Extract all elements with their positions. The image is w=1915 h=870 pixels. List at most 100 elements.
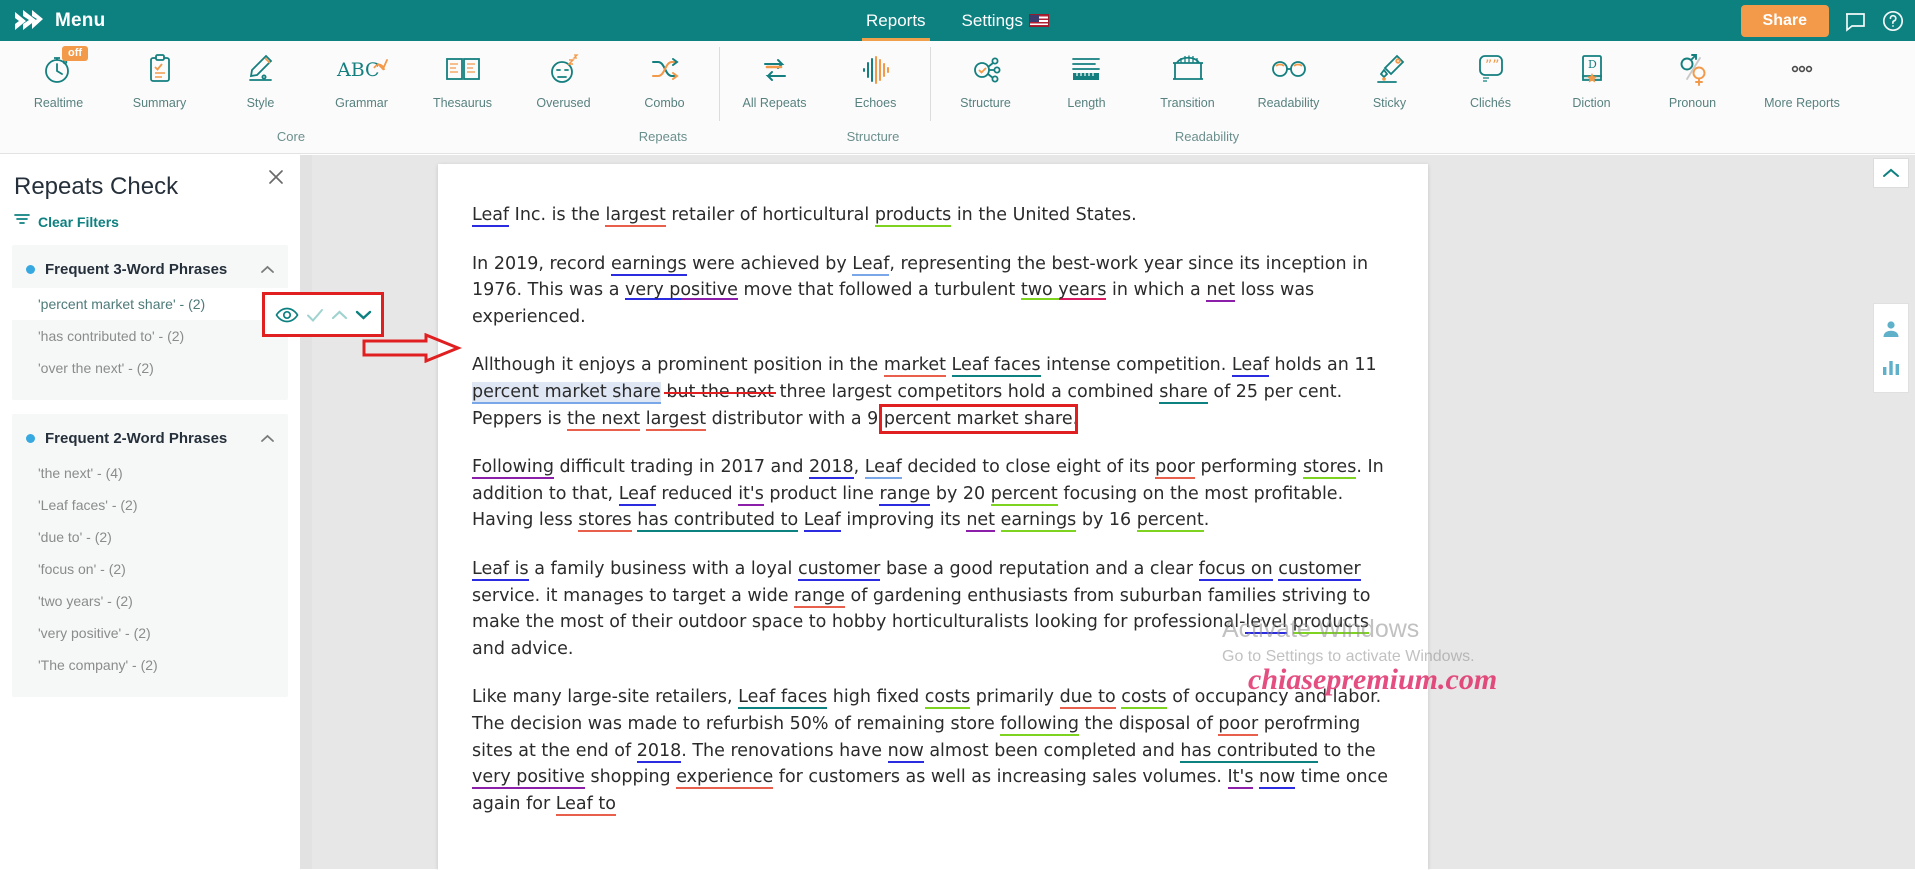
share-button[interactable]: Share xyxy=(1740,4,1829,37)
bar-chart-icon[interactable] xyxy=(1881,357,1901,377)
chevron-up-icon[interactable] xyxy=(261,263,274,277)
ribbon-group-repeats: Repeats xyxy=(638,129,688,144)
ribbon-tool-pronoun[interactable]: Pronoun xyxy=(1642,41,1743,125)
sleepy-face-icon xyxy=(544,48,584,90)
abc-check-icon: ABC xyxy=(334,48,390,90)
ribbon-tool-summary-label: Summary xyxy=(132,96,187,110)
ribbon-tools: off Realtime Summary Style ABC Grammar T… xyxy=(0,41,1915,125)
phrase-item-the-company[interactable]: 'The company' - (2) xyxy=(12,649,288,681)
phrase-item-the-next[interactable]: 'the next' - (4) xyxy=(12,457,288,489)
panel-header: Repeats Check Clear Filters xyxy=(0,155,300,231)
glue-tag-icon xyxy=(1370,48,1410,90)
group-status-dot-icon xyxy=(26,265,35,274)
ribbon-tool-transition[interactable]: Transition xyxy=(1137,41,1238,125)
ribbon-tool-length-label: Length xyxy=(1067,96,1106,110)
ribbon-tool-all-repeats[interactable]: All Repeats xyxy=(724,41,825,125)
phrase-item-focus-on[interactable]: 'focus on' - (2) xyxy=(12,553,288,585)
realtime-off-badge: off xyxy=(62,46,89,61)
phrase-item-over-the-next[interactable]: 'over the next' - (2) xyxy=(12,352,288,384)
ribbon-tool-structure[interactable]: Structure xyxy=(935,41,1036,125)
top-bar: Menu Reports Settings Share xyxy=(0,0,1915,41)
phrase-item-percent-market-share[interactable]: 'percent market share' - (2) xyxy=(12,288,288,320)
close-icon[interactable] xyxy=(266,167,286,192)
eye-icon[interactable] xyxy=(275,306,299,324)
page-title: Repeats Check xyxy=(14,173,179,200)
ribbon-tool-grammar[interactable]: ABC Grammar xyxy=(311,41,412,125)
document-area: Leaf Inc. is the largest retailer of hor… xyxy=(300,155,1915,870)
phrase-item-leaf-faces[interactable]: 'Leaf faces' - (2) xyxy=(12,489,288,521)
phrase-item-very-positive[interactable]: 'very positive' - (2) xyxy=(12,617,288,649)
ribbon-tool-combo[interactable]: Combo xyxy=(614,41,715,125)
ribbon-tool-diction-label: Diction xyxy=(1572,96,1611,110)
chevron-up-icon[interactable] xyxy=(261,432,274,446)
svg-text:””: ”” xyxy=(1485,58,1500,74)
group-header-2-word[interactable]: Frequent 2-Word Phrases xyxy=(12,424,288,457)
ellipsis-icon xyxy=(1782,48,1822,90)
check-icon[interactable] xyxy=(306,307,324,323)
clipboard-check-icon xyxy=(140,48,180,90)
ribbon-tool-diction[interactable]: D Diction xyxy=(1541,41,1642,125)
ribbon-group-labels: Core Repeats Structure Readability xyxy=(0,125,1915,153)
clear-filters-button[interactable]: Clear Filters xyxy=(14,212,300,231)
person-icon[interactable] xyxy=(1881,319,1901,339)
tab-settings[interactable]: Settings xyxy=(958,0,1053,41)
ribbon-tool-summary[interactable]: Summary xyxy=(109,41,210,125)
chat-bubble-icon[interactable] xyxy=(1843,9,1867,33)
ribbon-tool-realtime-label: Realtime xyxy=(33,96,84,110)
ribbon-tool-style[interactable]: Style xyxy=(210,41,311,125)
phrase-row-controls-annotation xyxy=(262,292,384,337)
svg-text:ABC: ABC xyxy=(336,59,380,81)
ribbon-tool-cliches[interactable]: ”” Clichés xyxy=(1440,41,1541,125)
glasses-icon xyxy=(1266,48,1312,90)
ribbon-divider-core xyxy=(719,47,720,121)
ribbon-tool-thesaurus[interactable]: Thesaurus xyxy=(412,41,513,125)
group-title-3-word: Frequent 3-Word Phrases xyxy=(45,261,228,278)
gender-symbols-icon xyxy=(1673,48,1713,90)
paragraph-3: Allthough it enjoys a prominent position… xyxy=(472,355,1377,434)
ribbon-group-readability: Readability xyxy=(1174,129,1240,144)
group-frequent-2-word-phrases: Frequent 2-Word Phrases 'the next' - (4)… xyxy=(12,414,288,697)
ribbon-tool-more-reports[interactable]: More Reports xyxy=(1743,41,1861,125)
ribbon-tool-overused-label: Overused xyxy=(536,96,591,110)
ribbon-tool-echoes-label: Echoes xyxy=(854,96,897,110)
group-status-dot-icon xyxy=(26,434,35,443)
red-arrow-annotation-icon xyxy=(362,332,462,368)
report-ribbon: off Realtime Summary Style ABC Grammar T… xyxy=(0,41,1915,154)
ribbon-tool-sticky-label: Sticky xyxy=(1372,96,1407,110)
ribbon-tool-readability[interactable]: Readability xyxy=(1238,41,1339,125)
chevron-down-icon[interactable] xyxy=(355,309,372,321)
scroll-to-top-button[interactable] xyxy=(1873,158,1909,188)
ribbon-tool-more-reports-label: More Reports xyxy=(1764,96,1840,110)
brand-menu[interactable]: Menu xyxy=(0,8,105,34)
ribbon-tool-sticky[interactable]: Sticky xyxy=(1339,41,1440,125)
right-rail xyxy=(1867,155,1915,869)
ruler-lines-icon xyxy=(1065,48,1109,90)
waveform-icon xyxy=(856,48,896,90)
ribbon-tool-all-repeats-label: All Repeats xyxy=(742,96,807,110)
group-header-3-word[interactable]: Frequent 3-Word Phrases xyxy=(12,255,288,288)
document-page[interactable]: Leaf Inc. is the largest retailer of hor… xyxy=(438,164,1428,870)
phrase-item-two-years[interactable]: 'two years' - (2) xyxy=(12,585,288,617)
paragraph-6: Like many large-site retailers, Leaf fac… xyxy=(472,687,1389,816)
menu-label: Menu xyxy=(55,9,106,31)
ribbon-tool-echoes[interactable]: Echoes xyxy=(825,41,926,125)
phrase-item-due-to[interactable]: 'due to' - (2) xyxy=(12,521,288,553)
prowritingaid-logo-icon xyxy=(14,8,44,34)
ribbon-divider-repeats xyxy=(930,47,931,121)
ribbon-tool-transition-label: Transition xyxy=(1160,96,1215,110)
help-circle-icon[interactable] xyxy=(1881,9,1905,33)
phrase-item-has-contributed-to[interactable]: 'has contributed to' - (2) xyxy=(12,320,288,352)
repeat-arrows-icon xyxy=(755,48,795,90)
ribbon-tool-pronoun-label: Pronoun xyxy=(1668,96,1717,110)
ribbon-tool-realtime[interactable]: off Realtime xyxy=(8,41,109,125)
paragraph-2: In 2019, record earnings were achieved b… xyxy=(472,253,1369,327)
tab-reports[interactable]: Reports xyxy=(862,0,930,41)
ribbon-tool-overused[interactable]: Overused xyxy=(513,41,614,125)
ribbon-tool-length[interactable]: Length xyxy=(1036,41,1137,125)
top-nav: Reports Settings xyxy=(0,0,1915,41)
filter-icon xyxy=(14,212,30,231)
dictionary-book-icon: D xyxy=(1572,48,1612,90)
chevron-up-icon[interactable] xyxy=(331,309,348,321)
shuffle-arrows-icon xyxy=(645,48,685,90)
ribbon-tool-grammar-label: Grammar xyxy=(335,96,388,110)
